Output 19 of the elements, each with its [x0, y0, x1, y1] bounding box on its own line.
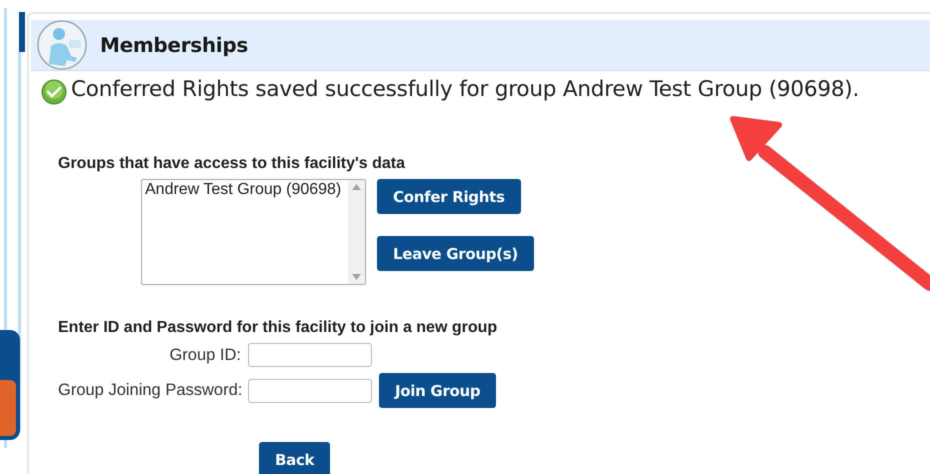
success-message: Conferred Rights saved successfully for group Andrew Test Group (90698).	[71, 76, 860, 102]
leave-groups-button[interactable]: Leave Group(s)	[377, 236, 534, 271]
section-label: Enter ID and Password for this facility to join a new group	[58, 319, 498, 337]
confer-rights-button[interactable]: Confer Rights	[377, 179, 521, 214]
field-label: Group Joining Password:	[58, 381, 241, 400]
back-button[interactable]: Back	[259, 442, 330, 474]
scrollbar[interactable]	[348, 180, 365, 284]
nurse-icon	[37, 20, 87, 70]
password-field[interactable]	[248, 378, 372, 402]
scroll-down-icon[interactable]	[352, 274, 361, 280]
page-title: Memberships	[100, 33, 248, 57]
field-label: Group ID:	[168, 346, 241, 364]
join-group-button[interactable]: Join Group	[379, 373, 496, 408]
group-listbox[interactable]: Andrew Test Group (90698)	[141, 179, 366, 285]
group-id-field[interactable]	[248, 343, 372, 367]
scroll-up-icon[interactable]	[352, 184, 361, 190]
list-item[interactable]: Andrew Test Group (90698)	[145, 181, 345, 199]
section-label: Groups that have access to this facility's data	[58, 155, 406, 173]
check-icon	[41, 79, 67, 105]
